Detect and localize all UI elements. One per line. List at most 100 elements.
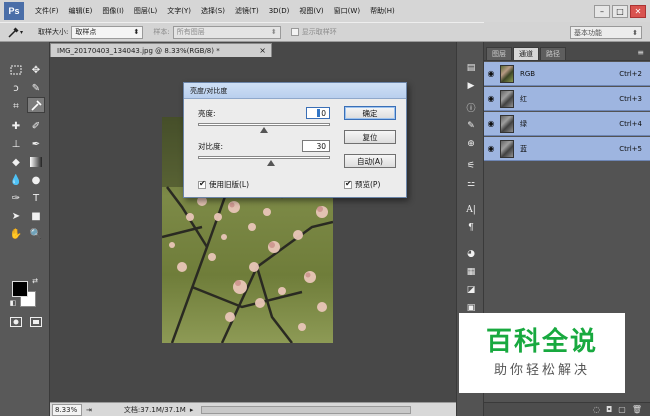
menu-window[interactable]: 窗口(W) — [329, 6, 365, 16]
minimize-button[interactable]: – — [594, 4, 610, 18]
styles-panel-icon[interactable]: ◪ — [463, 282, 479, 297]
tab-channels[interactable]: 通道 — [513, 47, 539, 60]
clone-source-icon[interactable]: ⊕ — [463, 136, 479, 151]
actions-play-icon[interactable]: ▶ — [463, 78, 479, 93]
blur-tool-icon[interactable]: 💧 — [7, 172, 25, 188]
brightness-input[interactable]: 0 — [306, 107, 330, 119]
zoom-tool-icon[interactable]: 🔍 — [27, 226, 45, 242]
channel-shortcut: Ctrl+4 — [619, 119, 642, 128]
menu-select[interactable]: 选择(S) — [196, 6, 230, 16]
contrast-slider-track[interactable] — [198, 156, 330, 159]
visibility-eye-icon[interactable]: ◉ — [484, 119, 498, 128]
status-arrow-icon[interactable]: ⇥ — [86, 406, 92, 414]
channel-row-rgb[interactable]: ◉ RGB Ctrl+2 — [484, 62, 650, 86]
brightness-slider-thumb[interactable] — [260, 127, 268, 133]
visibility-eye-icon[interactable]: ◉ — [484, 69, 498, 78]
default-colors-icon[interactable]: ◧ — [8, 298, 18, 308]
document-tab[interactable]: IMG_20170403_134043.jpg @ 8.33%(RGB/8) *… — [50, 43, 272, 57]
screen-mode-icon[interactable] — [27, 314, 45, 330]
channel-row-blue[interactable]: ◉ 蓝 Ctrl+5 — [484, 137, 650, 161]
brush-tool-icon[interactable]: ✐ — [27, 118, 45, 134]
channel-shortcut: Ctrl+2 — [619, 69, 642, 78]
tab-paths[interactable]: 路径 — [540, 47, 566, 60]
menu-file[interactable]: 文件(F) — [30, 6, 64, 16]
color-panel-icon[interactable]: ◕ — [463, 246, 479, 261]
info-panel-icon[interactable]: ⓘ — [463, 100, 479, 115]
auto-button[interactable]: 自动(A) — [344, 154, 396, 168]
marquee-tool-icon[interactable] — [7, 62, 25, 78]
tab-layers[interactable]: 图层 — [486, 47, 512, 60]
contrast-input[interactable]: 30 — [302, 140, 330, 152]
eraser-tool-icon[interactable]: ◆ — [7, 154, 25, 170]
panel-menu-icon[interactable]: ≡ — [637, 48, 644, 57]
move-tool-icon[interactable]: ✥ — [27, 62, 45, 78]
new-channel-icon[interactable]: ▢ — [618, 405, 626, 414]
status-menu-icon[interactable]: ▸ — [190, 406, 194, 414]
preview-checkbox[interactable]: 预览(P) — [344, 179, 380, 190]
sample-value: 所有图层 — [176, 28, 205, 36]
visibility-eye-icon[interactable]: ◉ — [484, 144, 498, 153]
quick-select-tool-icon[interactable]: ✎ — [27, 80, 45, 96]
swap-colors-icon[interactable]: ⇄ — [30, 276, 40, 286]
legacy-checkbox[interactable]: 使用旧版(L) — [198, 179, 249, 190]
show-ring-checkbox[interactable]: 显示取样环 — [290, 27, 337, 37]
crop-tool-icon[interactable]: ⌗ — [7, 98, 25, 114]
adjust-sliders-icon[interactable]: ⚟ — [463, 158, 479, 173]
healing-brush-icon[interactable]: ✚ — [7, 118, 25, 134]
restore-button[interactable]: □ — [612, 4, 628, 18]
foreground-color-swatch[interactable] — [12, 281, 28, 297]
menu-layer[interactable]: 图层(L) — [129, 6, 162, 16]
properties-icon[interactable]: ⚍ — [463, 176, 479, 191]
visibility-eye-icon[interactable]: ◉ — [484, 94, 498, 103]
tool-preset-picker[interactable]: ▾ — [6, 26, 32, 38]
dialog-title-bar[interactable]: 亮度/对比度 — [184, 83, 406, 99]
reset-button[interactable]: 复位 — [344, 130, 396, 144]
menu-edit[interactable]: 编辑(E) — [64, 6, 98, 16]
history-panel-icon[interactable]: ▤ — [463, 60, 479, 75]
quick-mask-icon[interactable] — [7, 314, 25, 330]
preview-label: 预览(P) — [355, 180, 381, 189]
menu-view[interactable]: 视图(V) — [294, 6, 328, 16]
pen-tool-icon[interactable]: ✑ — [7, 190, 25, 206]
channel-row-green[interactable]: ◉ 绿 Ctrl+4 — [484, 112, 650, 136]
ok-button[interactable]: 确定 — [344, 106, 396, 120]
type-tool-icon[interactable]: T — [27, 190, 45, 206]
swatches-panel-icon[interactable]: ▦ — [463, 264, 479, 279]
dodge-tool-icon[interactable]: ● — [27, 172, 45, 188]
legacy-check[interactable] — [198, 179, 206, 189]
menu-type[interactable]: 文字(Y) — [162, 6, 196, 16]
paragraph-panel-icon[interactable]: ¶ — [463, 220, 479, 235]
lasso-tool-icon[interactable]: ↄ — [7, 80, 25, 96]
history-brush-icon[interactable]: ✒ — [27, 136, 45, 152]
clone-stamp-icon[interactable]: ⊥ — [7, 136, 25, 152]
horizontal-scrollbar[interactable] — [201, 405, 412, 414]
delete-channel-icon[interactable]: 🗑 — [632, 405, 642, 414]
menu-help[interactable]: 帮助(H) — [365, 6, 400, 16]
save-selection-icon[interactable]: ◘ — [606, 405, 612, 414]
load-selection-icon[interactable]: ◌ — [593, 405, 600, 414]
close-tab-icon[interactable]: × — [259, 46, 266, 55]
path-select-icon[interactable]: ➤ — [7, 208, 25, 224]
workspace-select[interactable]: 基本功能 ⬍ — [570, 26, 642, 39]
eyedropper-tool-icon[interactable] — [27, 97, 45, 113]
hand-tool-icon[interactable]: ✋ — [7, 226, 25, 242]
show-ring-check[interactable] — [290, 28, 299, 36]
channel-name: 红 — [520, 94, 527, 103]
channel-shortcut: Ctrl+3 — [619, 94, 642, 103]
contrast-slider-thumb[interactable] — [266, 160, 275, 166]
sample-size-select[interactable]: 取样点 ⬍ — [71, 25, 144, 39]
preview-check[interactable] — [344, 179, 352, 189]
menu-filter[interactable]: 滤镜(T) — [230, 6, 264, 16]
channel-row-red[interactable]: ◉ 红 Ctrl+3 — [484, 87, 650, 111]
brightness-slider-track[interactable] — [198, 123, 330, 126]
shape-tool-icon[interactable]: ■ — [27, 208, 45, 224]
brush-panel-icon[interactable]: ✎ — [463, 118, 479, 133]
menu-3d[interactable]: 3D(D) — [264, 7, 295, 15]
gradient-tool-icon[interactable] — [27, 154, 45, 170]
zoom-field[interactable]: 8.33% — [52, 403, 82, 416]
sample-select[interactable]: 所有图层 ⬍ — [172, 25, 281, 39]
close-button[interactable]: ✕ — [630, 4, 646, 18]
menu-image[interactable]: 图像(I) — [97, 6, 129, 16]
document-title: IMG_20170403_134043.jpg @ 8.33%(RGB/8) * — [57, 46, 220, 55]
character-panel-icon[interactable]: A| — [463, 202, 479, 217]
